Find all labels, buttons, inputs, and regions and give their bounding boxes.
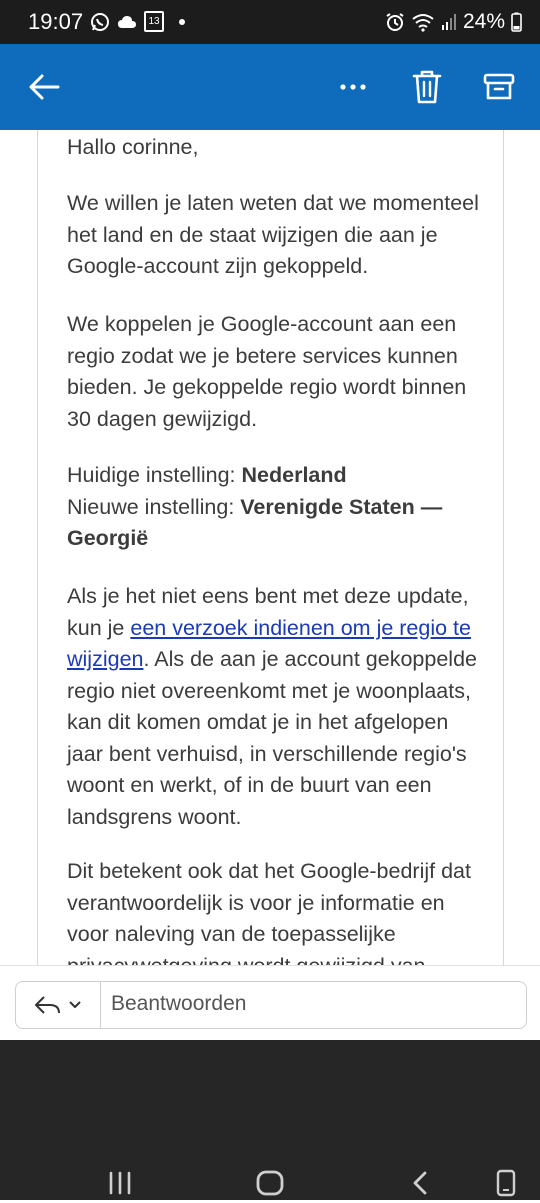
- recent-apps-button[interactable]: [100, 1163, 140, 1203]
- email-settings: Huidige instelling: Nederland Nieuwe ins…: [67, 460, 487, 555]
- wifi-icon: [412, 14, 434, 32]
- back-nav-button[interactable]: [400, 1163, 440, 1203]
- new-setting-label: Nieuwe instelling:: [67, 494, 241, 519]
- reply-icon: [35, 996, 60, 1014]
- calendar-day: 13: [148, 16, 160, 27]
- email-greeting: Hallo corinne,: [67, 135, 199, 159]
- back-arrow-icon: [29, 74, 60, 100]
- status-bar: 19:07 13 24%: [0, 0, 540, 44]
- home-button[interactable]: [250, 1163, 290, 1203]
- status-time: 19:07: [28, 9, 84, 34]
- notification-icons: 13: [90, 11, 185, 32]
- paragraph-4-end: . Als de aan je account gekoppelde regio…: [67, 647, 477, 829]
- phone-icon: [496, 1169, 516, 1197]
- navigation-bar: [0, 1040, 540, 1200]
- new-setting: Nieuwe instelling: Verenigde Staten — Ge…: [67, 492, 487, 555]
- whatsapp-icon: [91, 12, 109, 31]
- reply-field[interactable]: Beantwoorden: [15, 981, 527, 1029]
- back-nav-icon: [413, 1171, 427, 1195]
- email-paragraph-5: Dit betekent ook dat het Google-bedrijf …: [67, 859, 471, 965]
- signal-icon: [441, 14, 456, 30]
- cloud-icon: [118, 15, 136, 28]
- current-setting-value: Nederland: [241, 463, 347, 487]
- archive-button[interactable]: [476, 62, 522, 112]
- dot-icon: [179, 18, 185, 25]
- calendar-icon: 13: [144, 11, 164, 32]
- alarm-icon: [386, 13, 404, 31]
- battery-icon: [511, 12, 522, 32]
- current-setting-label: Huidige instelling:: [67, 463, 242, 487]
- recent-apps-icon: [109, 1171, 131, 1195]
- back-button[interactable]: [22, 62, 66, 112]
- app-bar: [0, 44, 540, 130]
- more-options-button[interactable]: [330, 62, 376, 112]
- email-paragraph-2: We koppelen je Google-account aan een re…: [67, 312, 467, 431]
- more-options-icon: [340, 84, 366, 90]
- email-paragraph-1: We willen je laten weten dat we momentee…: [67, 191, 479, 278]
- current-setting: Huidige instelling: Nederland: [67, 460, 487, 492]
- email-body[interactable]: Hallo corinne, We willen je laten weten …: [0, 130, 540, 965]
- system-icons: 24%: [385, 10, 522, 34]
- archive-icon: [483, 73, 515, 100]
- email-paragraph-4: Als je het niet eens bent met deze updat…: [67, 581, 487, 833]
- trash-icon: [412, 70, 442, 104]
- delete-button[interactable]: [405, 62, 449, 112]
- reply-bar: Beantwoorden: [0, 965, 540, 1041]
- chevron-down-icon: [69, 1001, 81, 1008]
- battery-percentage: 24%: [462, 10, 505, 33]
- reply-type-selector[interactable]: [16, 982, 101, 1028]
- home-icon: [256, 1170, 284, 1196]
- reply-placeholder: Beantwoorden: [111, 992, 247, 1015]
- screen-lock-button[interactable]: [488, 1163, 524, 1203]
